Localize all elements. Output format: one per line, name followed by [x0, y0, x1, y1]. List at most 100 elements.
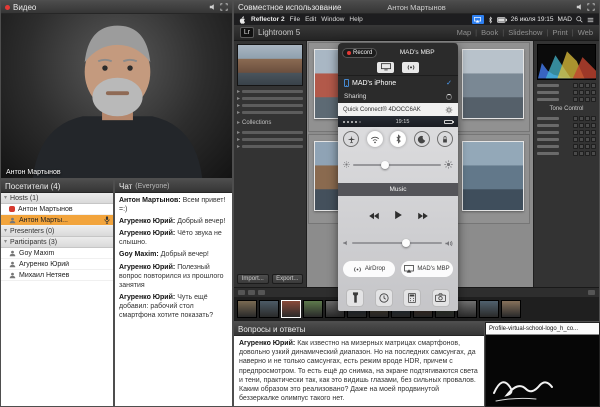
increase-large-button[interactable] [591, 123, 596, 128]
increase-large-button[interactable] [591, 130, 596, 135]
menubar-clock[interactable]: 26 июля 19:15 [511, 16, 554, 23]
increase-button[interactable] [585, 144, 590, 149]
export-button[interactable]: Export... [272, 274, 304, 284]
airplane-mode-toggle[interactable] [343, 131, 359, 147]
increase-large-button[interactable] [591, 90, 596, 95]
photo-thumbnail[interactable] [462, 49, 524, 119]
spotlight-search-icon[interactable] [576, 16, 583, 23]
panel-collections[interactable]: ▸Collections [237, 118, 303, 127]
photo-thumbnail[interactable] [462, 141, 524, 211]
decrease-button[interactable] [579, 137, 584, 142]
broadcast-button[interactable] [402, 62, 419, 73]
decrease-large-button[interactable] [573, 97, 578, 102]
increase-large-button[interactable] [591, 144, 596, 149]
disclosure-triangle[interactable]: ▸ [237, 137, 240, 143]
disclosure-triangle[interactable]: ▸ [237, 130, 240, 136]
grid-view-icon[interactable] [238, 290, 245, 295]
filmstrip-thumbnail[interactable] [457, 300, 477, 318]
speaker-icon[interactable] [576, 3, 584, 11]
increase-button[interactable] [585, 116, 590, 121]
next-track-button[interactable] [417, 207, 429, 225]
camera-button[interactable] [432, 289, 450, 307]
fullscreen-icon[interactable] [220, 3, 228, 11]
decrease-button[interactable] [579, 123, 584, 128]
calculator-button[interactable] [403, 289, 421, 307]
module-web[interactable]: Web [578, 28, 593, 37]
decrease-button[interactable] [579, 116, 584, 121]
decrease-large-button[interactable] [573, 90, 578, 95]
menubar-menu-file[interactable]: File [290, 16, 300, 23]
increase-button[interactable] [585, 151, 590, 156]
volume-slider[interactable] [343, 237, 453, 249]
decrease-button[interactable] [579, 130, 584, 135]
disclosure-triangle[interactable]: ▸ [237, 89, 240, 95]
compare-view-icon[interactable] [258, 290, 265, 295]
toolbar-options-icon[interactable] [588, 290, 595, 295]
airplay-device-row[interactable]: MAD's iPhone ✓ [338, 76, 458, 90]
airplay-button[interactable]: MAD's MBP [401, 261, 453, 277]
attendee-row[interactable]: Антон Марты... [1, 215, 113, 226]
fullscreen-icon[interactable] [587, 3, 595, 11]
disclosure-triangle[interactable]: ▸ [237, 103, 240, 109]
disclosure-triangle[interactable]: ▸ [237, 144, 240, 150]
navigator-preview[interactable] [237, 44, 303, 86]
module-print[interactable]: Print [552, 28, 567, 37]
disclosure-triangle[interactable]: ▸ [237, 96, 240, 102]
decrease-large-button[interactable] [573, 130, 578, 135]
grid-cell[interactable] [457, 135, 529, 223]
previous-track-button[interactable] [368, 207, 380, 225]
bluetooth-toggle[interactable] [390, 131, 406, 147]
attendee-row[interactable]: Антон Мартынов [1, 204, 113, 215]
folder-row[interactable]: ▸ [237, 88, 303, 95]
bluetooth-menubar-icon[interactable] [488, 16, 493, 24]
attendee-group-header[interactable]: ▾Participants (3) [1, 237, 113, 248]
attendee-row[interactable]: Goy Maxim [1, 248, 113, 259]
import-button[interactable]: Import... [237, 274, 269, 284]
menubar-menu-help[interactable]: Help [349, 16, 362, 23]
collection-row[interactable]: ▸ [237, 143, 303, 150]
decrease-large-button[interactable] [573, 116, 578, 121]
module-map[interactable]: Map [457, 28, 472, 37]
speaker-icon[interactable] [209, 3, 217, 11]
module-book[interactable]: Book [481, 28, 498, 37]
increase-button[interactable] [585, 90, 590, 95]
attendee-group-header[interactable]: ▾Hosts (1) [1, 193, 113, 204]
rotation-lock-toggle[interactable] [437, 131, 453, 147]
collection-row[interactable]: ▸ [237, 129, 303, 136]
quick-connect-row[interactable]: Quick Connect® 4DOCC6AK [338, 103, 458, 116]
reflector-airplay-menubar-icon[interactable] [472, 15, 484, 24]
increase-large-button[interactable] [591, 137, 596, 142]
decrease-button[interactable] [579, 83, 584, 88]
increase-large-button[interactable] [591, 97, 596, 102]
menubar-app-name[interactable]: Reflector 2 [251, 16, 285, 23]
decrease-button[interactable] [579, 151, 584, 156]
increase-button[interactable] [585, 83, 590, 88]
increase-large-button[interactable] [591, 151, 596, 156]
increase-large-button[interactable] [591, 83, 596, 88]
filmstrip-thumbnail[interactable] [501, 300, 521, 318]
settings-gear-icon[interactable] [445, 106, 453, 114]
increase-button[interactable] [585, 97, 590, 102]
airdrop-button[interactable]: AirDrop [343, 261, 395, 277]
mirror-display-button[interactable] [377, 62, 394, 73]
decrease-large-button[interactable] [573, 123, 578, 128]
attendee-group-header[interactable]: ▾Presenters (0) [1, 226, 113, 237]
play-button[interactable] [394, 207, 403, 225]
filmstrip-thumbnail[interactable] [281, 300, 301, 318]
disclosure-triangle[interactable]: ▸ [237, 110, 240, 116]
do-not-disturb-toggle[interactable] [414, 131, 430, 147]
attendee-row[interactable]: Михаил Нетяев [1, 270, 113, 281]
notification-center-icon[interactable] [587, 17, 594, 23]
increase-button[interactable] [585, 137, 590, 142]
wifi-toggle[interactable] [367, 131, 383, 147]
disclosure-triangle[interactable]: ▸ [237, 120, 240, 126]
filmstrip-thumbnail[interactable] [259, 300, 279, 318]
menubar-menu-edit[interactable]: Edit [305, 16, 316, 23]
apple-menu-icon[interactable] [239, 16, 246, 24]
loupe-view-icon[interactable] [248, 290, 255, 295]
decrease-large-button[interactable] [573, 137, 578, 142]
folder-row[interactable]: ▸ [237, 102, 303, 109]
increase-button[interactable] [585, 130, 590, 135]
attendee-row[interactable]: Агуренко Юрий [1, 259, 113, 270]
decrease-large-button[interactable] [573, 144, 578, 149]
